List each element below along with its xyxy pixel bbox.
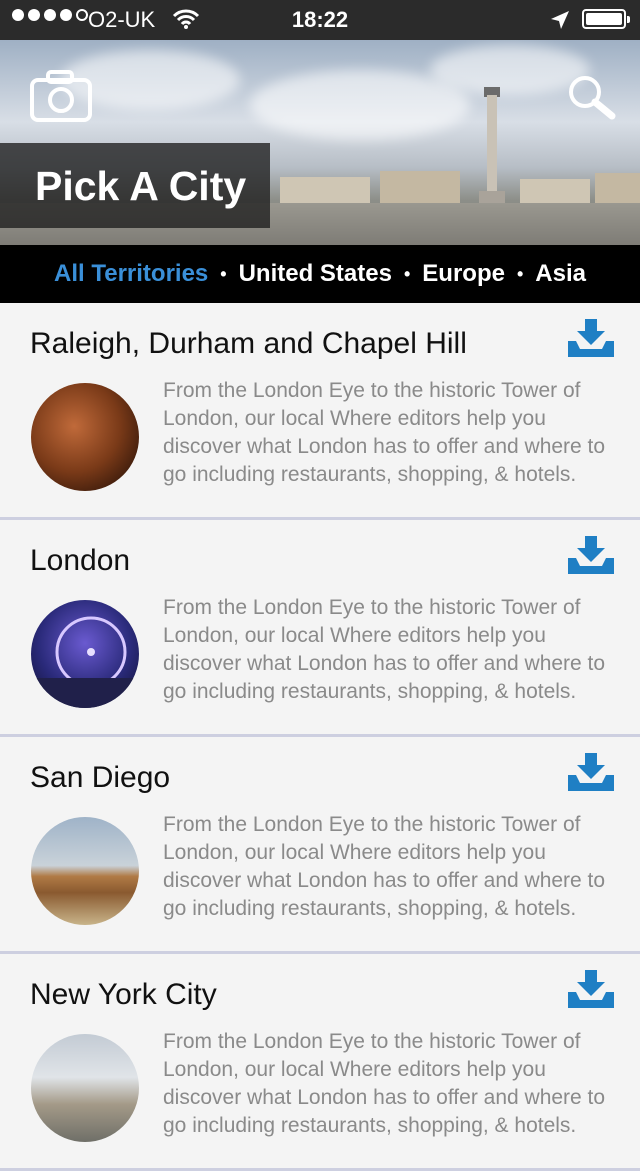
tab-asia[interactable]: Asia (535, 260, 586, 288)
city-thumbnail (31, 600, 139, 708)
tab-separator: • (220, 263, 227, 284)
city-description: From the London Eye to the historic Towe… (163, 1030, 606, 1137)
city-thumbnail (31, 383, 139, 491)
clock: 18:22 (291, 7, 349, 32)
location-arrow-icon (551, 11, 569, 29)
list-item[interactable]: London From the London Eye to the histor… (0, 520, 640, 737)
download-icon[interactable] (566, 317, 616, 361)
page-title: Pick A City (35, 163, 247, 209)
tab-all-territories[interactable]: All Territories (54, 260, 208, 288)
tab-separator: • (403, 263, 411, 284)
list-item[interactable]: New York City From the London Eye to the… (0, 954, 640, 1171)
header-hero-image: Pick A City (0, 40, 640, 245)
city-name: New York City (30, 978, 217, 1011)
list-item[interactable]: San Diego From the London Eye to the his… (0, 737, 640, 954)
tab-united-states[interactable]: United States (239, 260, 392, 288)
city-list: Raleigh, Durham and Chapel Hill From the… (0, 303, 640, 1171)
city-thumbnail (31, 1034, 139, 1142)
territory-tabs: All Territories • United States • Europe… (0, 245, 640, 303)
city-name: London (30, 544, 131, 577)
search-icon[interactable] (566, 74, 616, 120)
tab-europe[interactable]: Europe (422, 260, 505, 288)
city-description: From the London Eye to the historic Towe… (163, 596, 606, 703)
city-description: From the London Eye to the historic Towe… (163, 379, 606, 486)
download-icon[interactable] (566, 534, 616, 578)
download-icon[interactable] (566, 751, 616, 795)
list-item[interactable]: Raleigh, Durham and Chapel Hill From the… (0, 303, 640, 520)
city-name: San Diego (30, 761, 171, 794)
download-icon[interactable] (566, 968, 616, 1012)
city-name: Raleigh, Durham and Chapel Hill (30, 327, 467, 360)
tab-separator: • (516, 263, 524, 284)
page-title-box: Pick A City (0, 143, 270, 228)
camera-icon[interactable] (30, 70, 92, 122)
city-thumbnail (31, 817, 139, 925)
city-description: From the London Eye to the historic Towe… (163, 813, 606, 920)
status-bar: O2-UK 18:22 (0, 0, 640, 40)
battery-icon (582, 9, 630, 29)
